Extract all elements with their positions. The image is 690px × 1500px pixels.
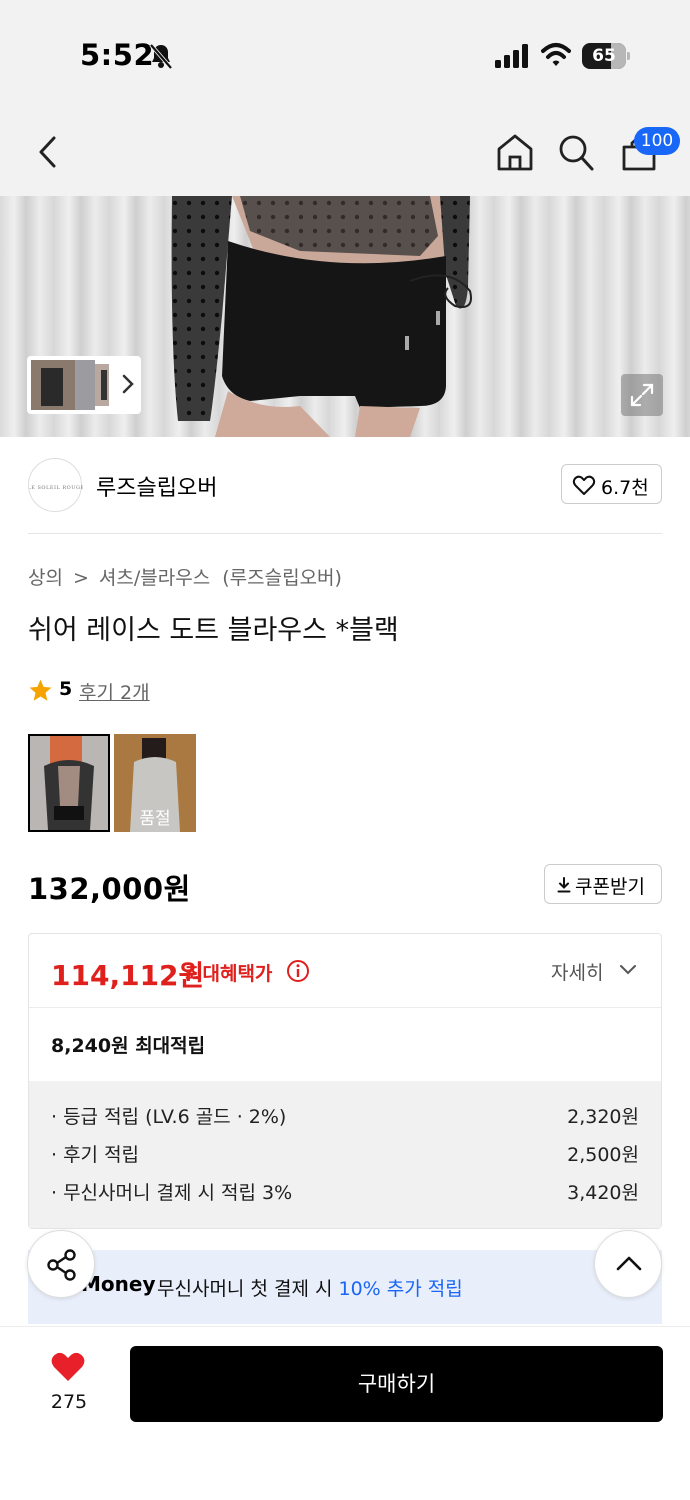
money-banner-text: 무신사머니 첫 결제 시 10% 추가 적립 [157, 1274, 463, 1301]
points-row-value: 3,420원 [567, 1182, 639, 1204]
expand-icon [630, 383, 654, 407]
review-count-link[interactable]: 후기 2개 [79, 678, 150, 705]
points-breakdown: · 등급 적립 (LV.6 골드 · 2%) 2,320원 · 후기 적립 2,… [29, 1081, 661, 1228]
breadcrumb-separator-icon: > [72, 567, 89, 589]
coupon-button[interactable]: 쿠폰받기 [544, 864, 662, 904]
chevron-down-icon[interactable] [619, 964, 637, 976]
bell-slash-icon [149, 43, 173, 70]
chevron-left-icon[interactable] [30, 134, 66, 170]
bottom-action-bar: 275 구매하기 [0, 1326, 690, 1500]
divider [29, 1007, 661, 1008]
variant-black-image [30, 736, 108, 830]
download-icon [557, 877, 571, 893]
expand-image-button[interactable] [621, 374, 663, 416]
status-time: 5:52 [80, 38, 155, 72]
top-navigation: 100 [0, 110, 690, 196]
battery-cap [627, 52, 630, 60]
scroll-top-button[interactable] [594, 1230, 662, 1298]
status-bar: 5:52 65 [0, 0, 690, 110]
brand-name[interactable]: 루즈슬립오버 [96, 470, 217, 502]
battery-body: 65 [582, 43, 626, 69]
breadcrumb: 상의 > 셔츠/블라우스 (루즈슬립오버) [28, 563, 342, 590]
breadcrumb-category[interactable]: 상의 [28, 563, 63, 590]
star-icon [29, 679, 52, 701]
max-benefit-label: 최대혜택가 [185, 963, 273, 985]
chevron-right-icon [122, 374, 134, 394]
search-icon[interactable] [557, 132, 595, 172]
points-row: · 무신사머니 결제 시 적립 3% 3,420원 [29, 1178, 661, 1208]
brand-logo[interactable]: LE SOLEIL ROUGE [28, 458, 83, 512]
original-price: 132,000원 [28, 872, 191, 906]
hero-gallery-thumbnails[interactable] [27, 356, 141, 414]
rating-value: 5 [59, 678, 73, 700]
benefit-box: 114,112원 최대혜택가 자세히 8,240원 최대적립 · 등급 적립 (… [28, 933, 662, 1229]
share-button[interactable] [27, 1230, 95, 1298]
max-benefit-price: 114,112원 [51, 959, 205, 992]
heart-filled-icon[interactable] [50, 1351, 86, 1383]
points-row-label: · 등급 적립 (LV.6 골드 · 2%) [51, 1106, 287, 1128]
battery-icon: 65 [582, 43, 630, 69]
points-row-value: 2,500원 [567, 1144, 639, 1166]
points-row-label: · 후기 적립 [51, 1144, 140, 1166]
money-banner-highlight: 10% 추가 적립 [338, 1278, 463, 1300]
wish-count: 275 [50, 1391, 88, 1413]
cart-count-badge: 100 [634, 127, 680, 155]
breadcrumb-subcategory[interactable]: 셔츠/블라우스 [99, 563, 210, 590]
money-banner-message: 무신사머니 첫 결제 시 [157, 1278, 339, 1300]
home-icon[interactable] [496, 132, 534, 172]
share-icon [47, 1249, 76, 1281]
gallery-thumbnail-images [31, 360, 109, 410]
points-row: · 후기 적립 2,500원 [29, 1140, 661, 1170]
coupon-label: 쿠폰받기 [575, 876, 645, 898]
brand-row[interactable]: LE SOLEIL ROUGE 루즈슬립오버 6.7천 [0, 437, 690, 534]
sold-out-label: 품절 [139, 809, 171, 829]
signal-icon [495, 44, 528, 68]
info-icon[interactable] [286, 959, 310, 983]
brand-like-count: 6.7천 [601, 477, 649, 499]
brand-logo-mark: LE SOLEIL ROUGE [29, 485, 83, 491]
chevron-up-icon [616, 1256, 642, 1271]
heart-outline-icon [572, 475, 596, 495]
variant-thumbnail-white[interactable]: 품절 [114, 734, 196, 832]
wifi-icon [541, 43, 571, 66]
variant-thumbnail-black[interactable] [28, 734, 110, 832]
battery-percentage: 65 [592, 46, 616, 66]
musinsa-money-banner[interactable]: Money 무신사머니 첫 결제 시 10% 추가 적립 [28, 1250, 662, 1324]
max-points: 8,240원 최대적립 [51, 1035, 206, 1057]
points-row-label: · 무신사머니 결제 시 적립 3% [51, 1182, 293, 1204]
divider [28, 533, 662, 534]
breadcrumb-brand[interactable]: (루즈슬립오버) [222, 563, 342, 590]
product-title: 쉬어 레이스 도트 블라우스 *블랙 [28, 615, 399, 646]
svg-text:LE SOLEIL ROUGE: LE SOLEIL ROUGE [29, 485, 83, 491]
buy-button[interactable]: 구매하기 [130, 1346, 663, 1422]
detail-toggle[interactable]: 자세히 [551, 958, 603, 985]
points-row-value: 2,320원 [567, 1106, 639, 1128]
brand-like-button[interactable]: 6.7천 [561, 464, 662, 504]
points-row: · 등급 적립 (LV.6 골드 · 2%) 2,320원 [29, 1102, 661, 1132]
